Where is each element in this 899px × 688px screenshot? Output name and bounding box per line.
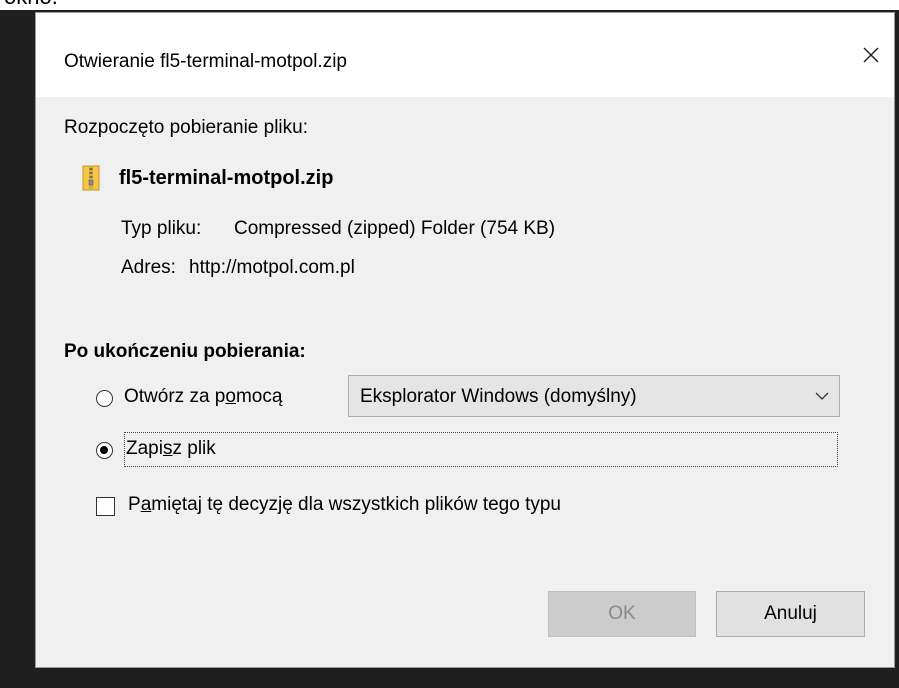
open-with-radio[interactable] xyxy=(96,390,113,407)
ok-button[interactable]: OK xyxy=(548,591,696,637)
file-type-value: Compressed (zipped) Folder (754 KB) xyxy=(234,218,556,239)
remember-decision-label[interactable]: Pamiętaj tę decyzję dla wszystkich plikó… xyxy=(128,494,561,516)
save-file-label-pre: Zapi xyxy=(126,438,163,459)
chevron-down-icon xyxy=(815,392,829,400)
background-page-text: okno. xyxy=(4,0,58,10)
close-icon xyxy=(863,47,879,63)
open-with-app-select[interactable]: Eksplorator Windows (domyślny) xyxy=(348,375,840,417)
open-with-app-value: Eksplorator Windows (domyślny) xyxy=(360,386,637,407)
file-type-key: Typ pliku: xyxy=(121,218,202,239)
cancel-button[interactable]: Anuluj xyxy=(716,591,865,637)
download-dialog: Otwieranie fl5-terminal-motpol.zip Rozpo… xyxy=(35,12,895,668)
remember-label-pre: P xyxy=(128,494,141,515)
save-file-label[interactable]: Zapisz plik xyxy=(126,438,216,460)
remember-label-accesskey: a xyxy=(140,494,152,515)
open-with-label-pre: Otwórz za p xyxy=(124,386,226,407)
remember-decision-checkbox[interactable] xyxy=(96,497,115,516)
remember-label-post: miętaj tę decyzję dla wszystkich plików … xyxy=(151,494,561,515)
open-with-label-post: mocą xyxy=(235,386,283,407)
after-download-heading: Po ukończeniu pobierania: xyxy=(64,341,306,362)
file-address-value: http://motpol.com.pl xyxy=(189,257,355,278)
file-address-key: Adres: xyxy=(121,257,176,278)
file-name: fl5-terminal-motpol.zip xyxy=(119,167,334,189)
save-file-radio[interactable] xyxy=(96,442,113,459)
download-started-label: Rozpoczęto pobieranie pliku: xyxy=(64,117,308,138)
zip-folder-icon xyxy=(82,165,100,191)
save-file-label-post: z plik xyxy=(172,438,216,459)
close-button[interactable] xyxy=(848,33,894,77)
open-with-label[interactable]: Otwórz za pomocą xyxy=(124,386,282,408)
save-file-focus-rect xyxy=(124,432,838,467)
dialog-titlebar: Otwieranie fl5-terminal-motpol.zip xyxy=(36,13,894,97)
background-page-fragment: okno. xyxy=(0,0,899,10)
dialog-title: Otwieranie fl5-terminal-motpol.zip xyxy=(64,51,347,72)
open-with-label-accesskey: o xyxy=(225,386,236,407)
